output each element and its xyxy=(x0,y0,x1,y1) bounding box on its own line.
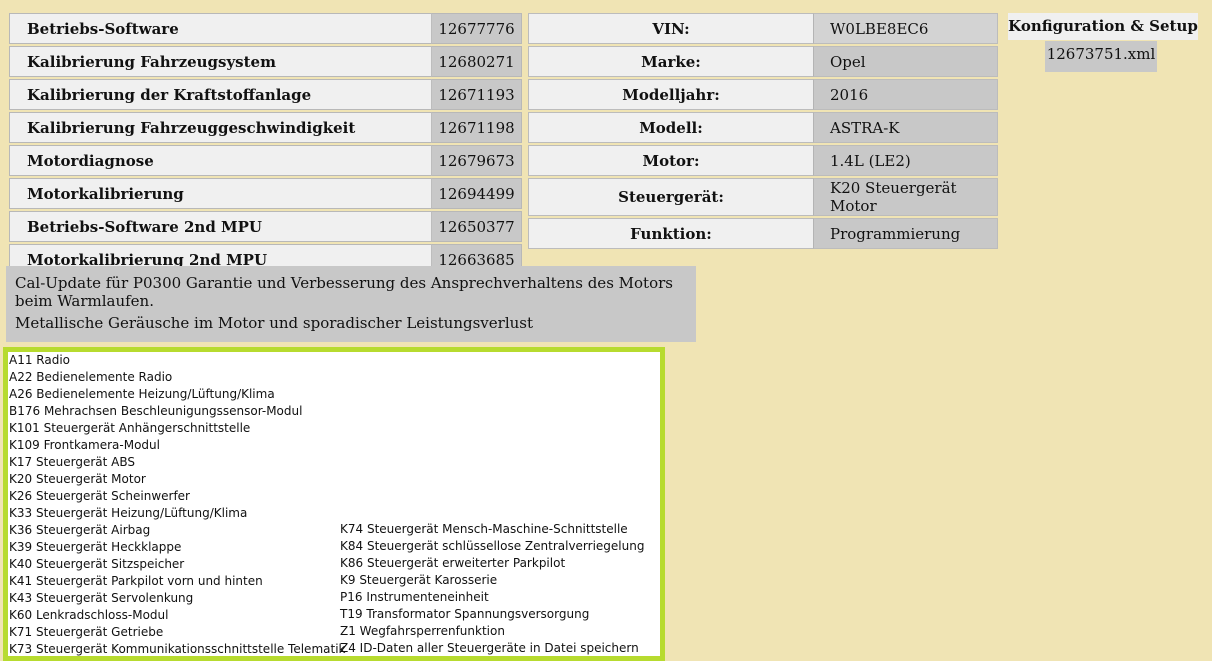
module-list-item[interactable]: K33 Steuergerät Heizung/Lüftung/Klima xyxy=(9,505,345,522)
module-list-item[interactable]: K36 Steuergerät Airbag xyxy=(9,522,345,539)
description-line: Cal-Update für P0300 Garantie und Verbes… xyxy=(15,274,673,310)
module-list-item[interactable]: Z1 Wegfahrsperrenfunktion xyxy=(340,623,644,640)
software-row: Motorkalibrierung 12694499 xyxy=(9,178,522,209)
module-column-right: K74 Steuergerät Mensch-Maschine-Schnitts… xyxy=(340,521,644,656)
module-column-left: A11 Radio A22 Bedienelemente Radio A26 Bed… xyxy=(9,352,345,656)
engine-label: Motor: xyxy=(528,145,813,176)
vehicle-info-row: Marke: Opel xyxy=(528,46,998,77)
module-list-item[interactable]: K17 Steuergerät ABS xyxy=(9,454,345,471)
model-label: Modell: xyxy=(528,112,813,143)
module-list-item[interactable]: K86 Steuergerät erweiterter Parkpilot xyxy=(340,555,644,572)
software-name: Kalibrierung Fahrzeugsystem xyxy=(9,46,431,77)
software-number: 12671198 xyxy=(431,112,522,143)
vehicle-info-table: VIN: W0LBE8EC6 Marke: Opel Modelljahr: 2… xyxy=(528,11,998,251)
software-name: Motorkalibrierung xyxy=(9,178,431,209)
vehicle-info-row: Steuergerät: K20 Steuergerät Motor xyxy=(528,178,998,216)
software-name: Motordiagnose xyxy=(9,145,431,176)
model-year-label: Modelljahr: xyxy=(528,79,813,110)
module-list-item[interactable]: K39 Steuergerät Heckklappe xyxy=(9,539,345,556)
software-number: 12694499 xyxy=(431,178,522,209)
module-list-item[interactable]: K74 Steuergerät Mensch-Maschine-Schnitts… xyxy=(340,521,644,538)
control-unit-label: Steuergerät: xyxy=(528,178,813,216)
module-list-item[interactable]: K101 Steuergerät Anhängerschnittstelle xyxy=(9,420,345,437)
config-setup-heading: Konfiguration & Setup xyxy=(1008,13,1198,40)
vehicle-info-row: VIN: W0LBE8EC6 xyxy=(528,13,998,44)
vehicle-info-row: Funktion: Programmierung xyxy=(528,218,998,249)
control-module-list[interactable]: A11 Radio A22 Bedienelemente Radio A26 Bed… xyxy=(3,347,665,661)
software-number: 12677776 xyxy=(431,13,522,44)
module-list-item[interactable]: K26 Steuergerät Scheinwerfer xyxy=(9,488,345,505)
software-row: Betriebs-Software 2nd MPU 12650377 xyxy=(9,211,522,242)
vin-value: W0LBE8EC6 xyxy=(813,13,998,44)
function-value: Programmierung xyxy=(813,218,998,249)
brand-label: Marke: xyxy=(528,46,813,77)
vehicle-info-row: Modelljahr: 2016 xyxy=(528,79,998,110)
module-list-item[interactable]: K41 Steuergerät Parkpilot vorn und hinte… xyxy=(9,573,345,590)
model-value: ASTRA-K xyxy=(813,112,998,143)
software-name: Kalibrierung Fahrzeuggeschwindigkeit xyxy=(9,112,431,143)
brand-value: Opel xyxy=(813,46,998,77)
software-number: 12679673 xyxy=(431,145,522,176)
config-file-link[interactable]: 12673751.xml xyxy=(1045,41,1157,72)
vehicle-info-row: Modell: ASTRA-K xyxy=(528,112,998,143)
software-number: 12671193 xyxy=(431,79,522,110)
control-unit-value: K20 Steuergerät Motor xyxy=(813,178,998,216)
module-list-item[interactable]: K40 Steuergerät Sitzspeicher xyxy=(9,556,345,573)
software-name: Kalibrierung der Kraftstoffanlage xyxy=(9,79,431,110)
module-list-item[interactable]: K71 Steuergerät Getriebe xyxy=(9,624,345,641)
module-list-item[interactable]: K43 Steuergerät Servolenkung xyxy=(9,590,345,607)
software-row: Kalibrierung der Kraftstoffanlage 126711… xyxy=(9,79,522,110)
module-list-item[interactable]: P16 Instrumenteneinheit xyxy=(340,589,644,606)
software-row: Kalibrierung Fahrzeuggeschwindigkeit 126… xyxy=(9,112,522,143)
module-list-item[interactable]: K109 Frontkamera-Modul xyxy=(9,437,345,454)
software-table: Betriebs-Software 12677776 Kalibrierung … xyxy=(9,11,522,277)
software-row: Betriebs-Software 12677776 xyxy=(9,13,522,44)
module-list-item[interactable]: K9 Steuergerät Karosserie xyxy=(340,572,644,589)
description-panel: Cal-Update für P0300 Garantie und Verbes… xyxy=(6,266,696,342)
software-number: 12680271 xyxy=(431,46,522,77)
description-line: Metallische Geräusche im Motor und spora… xyxy=(15,314,534,332)
software-row: Motordiagnose 12679673 xyxy=(9,145,522,176)
software-row: Kalibrierung Fahrzeugsystem 12680271 xyxy=(9,46,522,77)
vin-label: VIN: xyxy=(528,13,813,44)
function-label: Funktion: xyxy=(528,218,813,249)
module-list-item[interactable]: A11 Radio xyxy=(9,352,345,369)
module-list-item[interactable]: K20 Steuergerät Motor xyxy=(9,471,345,488)
module-list-item[interactable]: A26 Bedienelemente Heizung/Lüftung/Klima xyxy=(9,386,345,403)
module-list-item[interactable]: A22 Bedienelemente Radio xyxy=(9,369,345,386)
software-name: Betriebs-Software xyxy=(9,13,431,44)
module-list-item[interactable]: K60 Lenkradschloss-Modul xyxy=(9,607,345,624)
module-list-item[interactable]: T19 Transformator Spannungsversorgung xyxy=(340,606,644,623)
model-year-value: 2016 xyxy=(813,79,998,110)
module-list-item[interactable]: K73 Steuergerät Kommunikationsschnittste… xyxy=(9,641,345,656)
module-list-item[interactable]: K84 Steuergerät schlüssellose Zentralver… xyxy=(340,538,644,555)
vehicle-info-row: Motor: 1.4L (LE2) xyxy=(528,145,998,176)
software-number: 12650377 xyxy=(431,211,522,242)
software-name: Betriebs-Software 2nd MPU xyxy=(9,211,431,242)
module-list-item[interactable]: B176 Mehrachsen Beschleunigungssensor-Mo… xyxy=(9,403,345,420)
module-list-item[interactable]: Z4 ID-Daten aller Steuergeräte in Datei … xyxy=(340,640,644,656)
engine-value: 1.4L (LE2) xyxy=(813,145,998,176)
